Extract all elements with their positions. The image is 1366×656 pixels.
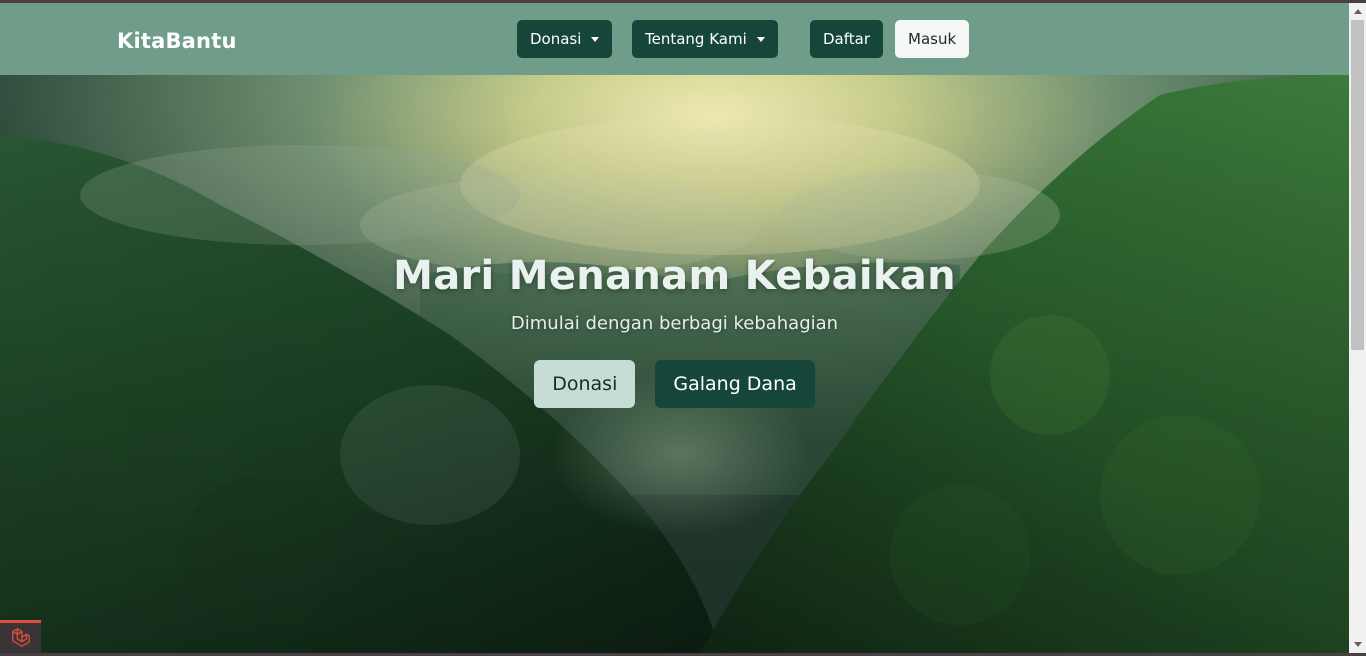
- donasi-dropdown-button[interactable]: Donasi: [517, 20, 613, 58]
- masuk-button[interactable]: Masuk: [895, 20, 970, 58]
- brand-logo[interactable]: KitaBantu: [117, 29, 237, 53]
- page-viewport: KitaBantu Donasi Tentang Kami Daftar Mas…: [0, 3, 1349, 653]
- arrow-up-icon: [1353, 9, 1362, 14]
- tentang-kami-dropdown-button[interactable]: Tentang Kami: [632, 20, 778, 58]
- laravel-logo-icon: [11, 628, 30, 647]
- navbar: KitaBantu Donasi Tentang Kami Daftar Mas…: [0, 3, 1349, 75]
- donasi-dropdown-label: Donasi: [530, 30, 582, 48]
- hero-section: Mari Menanam Kebaikan Dimulai dengan ber…: [0, 75, 1349, 653]
- hero-title: Mari Menanam Kebaikan: [393, 253, 956, 299]
- daftar-label: Daftar: [823, 30, 870, 48]
- chevron-down-icon: [756, 36, 765, 42]
- hero-actions: Donasi Galang Dana: [0, 360, 1349, 408]
- hero-donasi-button[interactable]: Donasi: [534, 360, 636, 408]
- daftar-button[interactable]: Daftar: [810, 20, 883, 58]
- hero-galang-dana-button[interactable]: Galang Dana: [655, 360, 815, 408]
- debugbar-toggle[interactable]: [0, 620, 41, 653]
- tentang-kami-dropdown-label: Tentang Kami: [645, 30, 747, 48]
- arrow-down-icon: [1353, 642, 1362, 647]
- hero-content: Mari Menanam Kebaikan Dimulai dengan ber…: [0, 253, 1349, 408]
- scroll-up-button[interactable]: [1349, 3, 1366, 20]
- masuk-label: Masuk: [908, 30, 957, 48]
- chevron-down-icon: [591, 36, 600, 42]
- hero-subtitle: Dimulai dengan berbagi kebahagian: [510, 313, 839, 334]
- vertical-scrollbar[interactable]: [1349, 3, 1366, 653]
- scroll-down-button[interactable]: [1349, 636, 1366, 653]
- scroll-thumb[interactable]: [1351, 20, 1364, 350]
